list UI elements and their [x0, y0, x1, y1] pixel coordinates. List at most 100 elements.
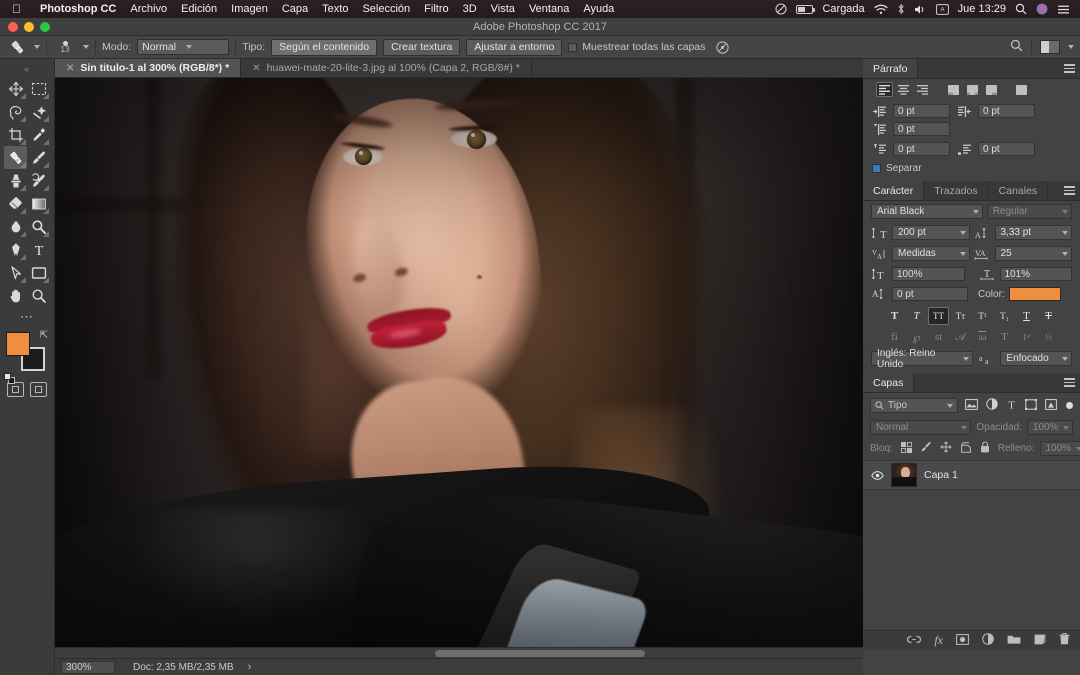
pen-tool[interactable]: [4, 238, 27, 261]
swap-colors-icon[interactable]: ⇱: [40, 330, 48, 341]
font-family-select[interactable]: Arial Black: [871, 204, 983, 219]
baseline-shift-input[interactable]: 0 pt: [892, 287, 968, 301]
tab-parrafo[interactable]: Párrafo: [863, 59, 918, 78]
sample-all-layers-checkbox[interactable]: Muestrear todas las capas: [568, 41, 705, 53]
siri-icon[interactable]: [1036, 3, 1048, 15]
eraser-tool[interactable]: [4, 192, 27, 215]
input-source-icon[interactable]: A: [936, 4, 949, 15]
layer-thumbnail[interactable]: [891, 463, 917, 487]
smart-object-filter-icon[interactable]: [1045, 399, 1057, 413]
rectangle-tool[interactable]: [27, 261, 50, 284]
horizontal-type-tool[interactable]: T: [27, 238, 50, 261]
menu-capa[interactable]: Capa: [275, 0, 315, 18]
tool-preset-chevron-icon[interactable]: [34, 45, 40, 49]
space-before-input[interactable]: 0 pt: [893, 142, 950, 156]
type-proximity-match-button[interactable]: Ajustar a entorno: [466, 39, 562, 56]
panel-menu-icon[interactable]: [1064, 186, 1075, 195]
align-right-button[interactable]: [915, 83, 930, 96]
lock-image-icon[interactable]: [920, 441, 932, 456]
filter-toggle-icon[interactable]: [1066, 402, 1073, 409]
panel-menu-icon[interactable]: [1064, 378, 1075, 387]
align-center-button[interactable]: [896, 83, 911, 96]
subscript-button[interactable]: T₁: [995, 308, 1014, 324]
layer-opacity-input[interactable]: 100%: [1027, 420, 1073, 435]
layer-fill-input[interactable]: 100%: [1040, 441, 1080, 456]
anti-alias-select[interactable]: Enfocado: [1000, 351, 1072, 366]
gradient-tool[interactable]: [27, 192, 50, 215]
chevron-right-icon[interactable]: ›: [248, 661, 252, 673]
faux-italic-button[interactable]: T: [907, 308, 926, 324]
zoom-level-input[interactable]: 300%: [61, 661, 115, 674]
brush-size-preview[interactable]: 13: [53, 40, 77, 54]
justify-last-right-button[interactable]: [984, 83, 999, 96]
lasso-tool[interactable]: [4, 100, 27, 123]
link-layers-icon[interactable]: [907, 635, 921, 647]
space-after-input[interactable]: 0 pt: [978, 142, 1035, 156]
fractions-button[interactable]: ½: [1039, 329, 1058, 345]
volume-icon[interactable]: [914, 4, 927, 15]
horizontal-scrollbar[interactable]: [55, 647, 863, 658]
close-icon[interactable]: ✕: [252, 63, 260, 74]
underline-button[interactable]: T: [1017, 308, 1036, 324]
add-mask-icon[interactable]: [956, 634, 969, 648]
adjustment-layer-icon[interactable]: [982, 633, 994, 648]
standard-ligatures-button[interactable]: fi: [885, 329, 904, 345]
tracking-select[interactable]: 25: [995, 246, 1073, 261]
toolbar-grip[interactable]: «: [0, 65, 54, 75]
menu-edicion[interactable]: Edición: [174, 0, 224, 18]
tab-caracter[interactable]: Carácter: [863, 181, 924, 200]
layer-name[interactable]: Capa 1: [924, 469, 958, 481]
type-create-texture-button[interactable]: Crear textura: [383, 39, 460, 56]
edit-toolbar-icon[interactable]: ⋯: [0, 307, 54, 324]
type-filter-icon[interactable]: T: [1006, 398, 1017, 413]
new-layer-icon[interactable]: [1034, 634, 1046, 648]
new-group-icon[interactable]: [1007, 634, 1021, 648]
eye-icon[interactable]: [871, 471, 884, 480]
spot-healing-brush-tool[interactable]: [4, 146, 27, 169]
strikethrough-button[interactable]: T: [1039, 308, 1058, 324]
spot-healing-brush-icon[interactable]: [6, 38, 28, 57]
type-content-aware-button[interactable]: Según el contenido: [271, 39, 377, 56]
spotlight-search-icon[interactable]: [1015, 3, 1027, 15]
indent-first-line-input[interactable]: 0 pt: [893, 122, 950, 136]
menu-archivo[interactable]: Archivo: [123, 0, 174, 18]
old-style-button[interactable]: aa: [973, 329, 992, 345]
all-caps-button[interactable]: TT: [929, 308, 948, 324]
screen-mode-icon[interactable]: [30, 382, 47, 397]
adjustment-filter-icon[interactable]: [986, 398, 998, 413]
crop-tool[interactable]: [4, 123, 27, 146]
battery-icon[interactable]: [796, 5, 813, 14]
brush-tool[interactable]: [27, 146, 50, 169]
panel-menu-icon[interactable]: [1064, 64, 1075, 73]
blend-mode-select[interactable]: Normal: [137, 39, 229, 55]
menu-ayuda[interactable]: Ayuda: [576, 0, 621, 18]
superscript-button[interactable]: T¹: [973, 308, 992, 324]
eyedropper-tool[interactable]: [27, 123, 50, 146]
close-icon[interactable]: ✕: [66, 63, 74, 74]
layer-row-capa-1[interactable]: Capa 1: [863, 460, 1080, 490]
lock-all-icon[interactable]: [980, 441, 990, 456]
leading-select[interactable]: 3,33 pt: [995, 225, 1073, 240]
ordinals-button[interactable]: 1ˢᵗ: [1017, 329, 1036, 345]
move-tool[interactable]: [4, 77, 27, 100]
justify-last-center-button[interactable]: [965, 83, 980, 96]
hyphenate-checkbox[interactable]: Separar: [863, 160, 1080, 181]
history-brush-tool[interactable]: [27, 169, 50, 192]
swash-button[interactable]: 𝒜: [951, 329, 970, 345]
menu-texto[interactable]: Texto: [315, 0, 355, 18]
scrollbar-thumb[interactable]: [435, 650, 645, 657]
tab-canales[interactable]: Canales: [989, 181, 1049, 200]
wifi-icon[interactable]: [874, 4, 888, 15]
menu-3d[interactable]: 3D: [456, 0, 484, 18]
indent-left-input[interactable]: 0 pt: [893, 104, 950, 118]
menu-vista[interactable]: Vista: [484, 0, 522, 18]
path-selection-tool[interactable]: [4, 261, 27, 284]
indent-right-input[interactable]: 0 pt: [978, 104, 1035, 118]
menu-filtro[interactable]: Filtro: [417, 0, 455, 18]
menu-bar-clock[interactable]: Jue 13:29: [958, 0, 1006, 18]
lock-artboard-icon[interactable]: [960, 442, 972, 456]
font-size-select[interactable]: 200 pt: [892, 225, 970, 240]
bluetooth-icon[interactable]: [897, 3, 905, 15]
tab-capas[interactable]: Capas: [863, 373, 914, 392]
shape-filter-icon[interactable]: [1025, 399, 1037, 413]
